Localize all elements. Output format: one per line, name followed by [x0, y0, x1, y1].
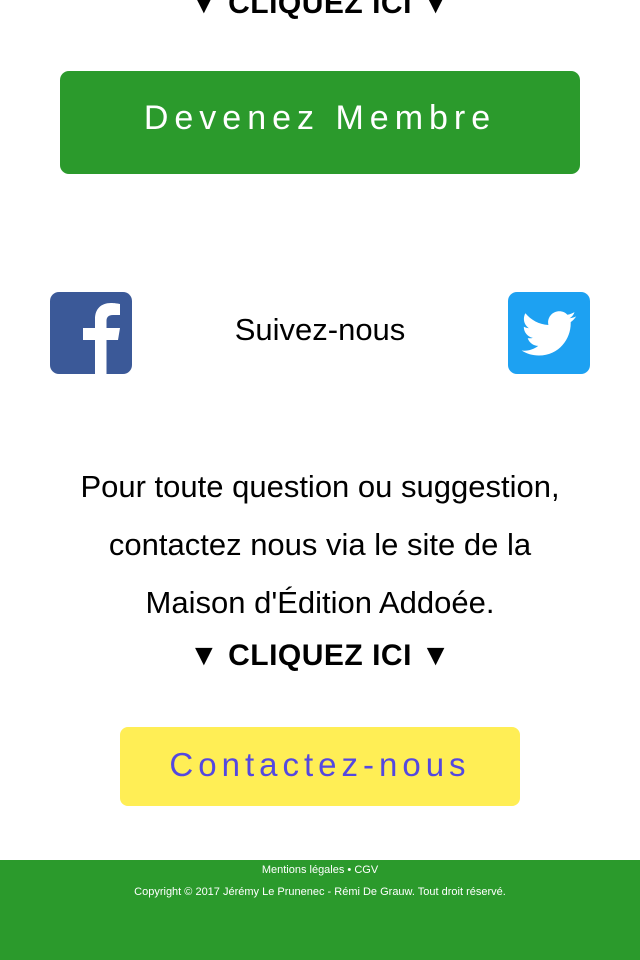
contact-text-line: Maison d'Édition Addoée.: [145, 585, 495, 620]
cgv-link[interactable]: CGV: [354, 864, 378, 876]
become-member-button-label: Devenez Membre: [143, 99, 497, 137]
footer: Mentions légales • CGV Copyright © 2017 …: [0, 860, 640, 960]
copyright-text: Copyright © 2017 Jérémy Le Prunenec - Ré…: [134, 886, 506, 898]
contact-us-button[interactable]: Contactez-nous: [120, 727, 520, 806]
become-member-button[interactable]: Devenez Membre: [60, 71, 580, 174]
contact-info-text: Pour toute question ou suggestion, conta…: [40, 458, 600, 632]
footer-links: Mentions légales • CGV: [0, 863, 640, 877]
contact-text-line: contactez nous via le site de la: [108, 527, 532, 562]
contact-text-line: Pour toute question ou suggestion,: [80, 469, 560, 504]
footer-separator: •: [344, 864, 355, 876]
contact-cta-text: ▼ CLIQUEZ ICI ▼: [189, 639, 451, 672]
follow-us-label: Suivez-nous: [234, 312, 406, 347]
legal-notice-link[interactable]: Mentions légales: [262, 864, 345, 876]
member-cta-text: ▼ CLIQUEZ ICI ▼: [189, 0, 451, 20]
contact-us-button-label: Contactez-nous: [169, 745, 471, 783]
twitter-icon[interactable]: [508, 292, 590, 374]
facebook-icon[interactable]: [50, 292, 132, 374]
